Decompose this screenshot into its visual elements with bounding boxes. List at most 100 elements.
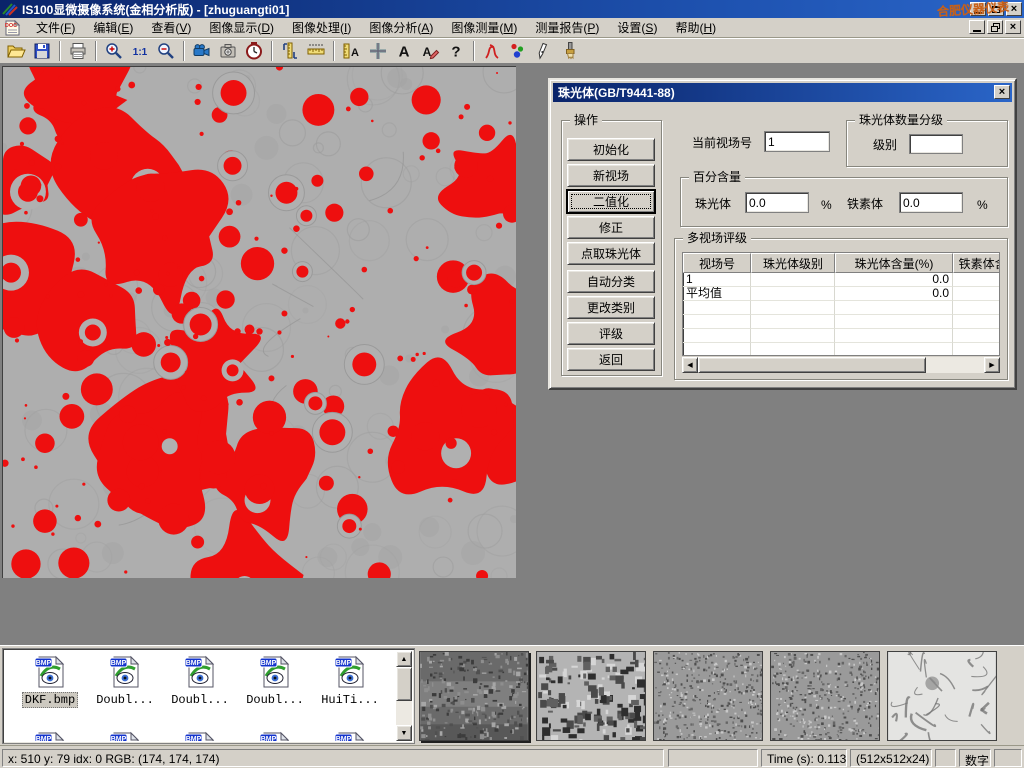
zoom-out-button[interactable]	[153, 39, 179, 63]
file-item-partial[interactable]	[239, 731, 311, 741]
grid-button[interactable]	[365, 39, 391, 63]
ruler-button[interactable]	[303, 39, 329, 63]
table-row[interactable]: 平均值 0.0	[683, 287, 999, 301]
scroll-up-button[interactable]: ▲	[396, 651, 412, 667]
zoom-in-button[interactable]	[101, 39, 127, 63]
table-horizontal-scrollbar[interactable]: ◀ ▶	[682, 357, 1000, 373]
dialog-close-button[interactable]: ×	[994, 85, 1010, 99]
zoom-out-icon	[156, 41, 176, 61]
snapshot-button[interactable]	[215, 39, 241, 63]
scrollbar-track[interactable]	[396, 701, 412, 725]
return-button[interactable]: 返回	[567, 348, 655, 371]
help-button[interactable]: ?	[443, 39, 469, 63]
file-name: Doubl...	[244, 693, 306, 707]
metallographic-image[interactable]	[2, 66, 516, 578]
open-button[interactable]	[3, 39, 29, 63]
ferrite-percent-input[interactable]	[899, 192, 963, 213]
file-item-partial[interactable]	[314, 731, 386, 741]
bmp-file-icon	[258, 655, 292, 689]
thumbnail-image[interactable]	[887, 651, 997, 741]
scrollbar-thumb[interactable]	[698, 357, 926, 373]
file-item[interactable]: Doubl...	[239, 655, 311, 707]
window-title: IS100显微摄像系统(金相分析版) - [zhuguangti01]	[22, 1, 289, 18]
new-field-button[interactable]: 新视场	[567, 164, 655, 187]
current-field-input[interactable]	[764, 131, 830, 152]
menu-measure-report[interactable]: 测量报告(P)	[526, 17, 608, 38]
grade-button[interactable]: 评级	[567, 322, 655, 345]
file-item-partial[interactable]	[89, 731, 161, 741]
level-input[interactable]	[909, 134, 963, 154]
menu-image-analysis[interactable]: 图像分析(A)	[360, 17, 442, 38]
pearlite-percent-input[interactable]	[745, 192, 809, 213]
table-row[interactable]: 1 0.0	[683, 273, 999, 287]
table-header-row: 视场号 珠光体级别 珠光体含量(%) 铁素体含量(%)	[683, 253, 999, 273]
mdi-close-button[interactable]: ×	[1005, 20, 1021, 34]
bmp-file-icon	[183, 655, 217, 689]
file-name: Doubl...	[94, 693, 156, 707]
pick-pearlite-button[interactable]: 点取珠光体	[567, 242, 655, 265]
cell-ferrite	[953, 287, 1000, 301]
menu-image-display[interactable]: 图像显示(D)	[200, 17, 283, 38]
thumbnail-image[interactable]	[770, 651, 880, 741]
text-button[interactable]: A	[391, 39, 417, 63]
toolbar-separator	[95, 41, 97, 61]
ruler-text-icon: A	[342, 41, 362, 61]
bmp-file-icon	[33, 731, 67, 741]
video-capture-button[interactable]	[189, 39, 215, 63]
file-item[interactable]: Doubl...	[164, 655, 236, 707]
minimize-button[interactable]	[970, 2, 986, 16]
toolbar-separator	[183, 41, 185, 61]
arrow-down-icon: ▼	[401, 730, 408, 737]
annotate-button[interactable]: A	[417, 39, 443, 63]
scrollbar-track[interactable]	[926, 357, 984, 373]
scroll-right-button[interactable]: ▶	[984, 357, 1000, 373]
file-browser-scrollbar[interactable]: ▲ ▼	[396, 651, 412, 741]
file-item-partial[interactable]	[164, 731, 236, 741]
zoom-in-icon	[104, 41, 124, 61]
menu-edit[interactable]: 编辑(E)	[84, 17, 142, 38]
pick-tool-button[interactable]	[531, 39, 557, 63]
file-item[interactable]: HuiTi...	[314, 655, 386, 707]
print-button[interactable]	[65, 39, 91, 63]
menu-image-process[interactable]: 图像处理(I)	[283, 17, 360, 38]
timer-button[interactable]	[241, 39, 267, 63]
mdi-restore-button[interactable]	[987, 20, 1003, 34]
col-pearlite-level: 珠光体级别	[751, 253, 835, 273]
correct-button[interactable]: 修正	[567, 216, 655, 239]
measure-label-button[interactable]: A	[339, 39, 365, 63]
curve-tool-button[interactable]	[479, 39, 505, 63]
status-panel-empty	[994, 749, 1022, 767]
thumbnail-image[interactable]	[653, 651, 763, 741]
auto-classify-button[interactable]: 自动分类	[567, 270, 655, 293]
pen-nib-icon	[534, 41, 554, 61]
table-row-empty	[683, 301, 999, 315]
actual-size-button[interactable]: 1:1	[127, 39, 153, 63]
menu-view[interactable]: 查看(V)	[142, 17, 200, 38]
close-button[interactable]: ×	[1006, 2, 1022, 16]
menu-file[interactable]: 文件(F)	[27, 17, 84, 38]
thumbnail-image[interactable]	[536, 651, 646, 741]
count-points-button[interactable]	[505, 39, 531, 63]
menu-image-measure[interactable]: 图像测量(M)	[442, 17, 526, 38]
file-item[interactable]: DKF.bmp	[14, 655, 86, 708]
file-item-partial[interactable]	[14, 731, 86, 741]
dialog-title-bar[interactable]: 珠光体(GB/T9441-88) ×	[553, 83, 1012, 102]
scrollbar-thumb[interactable]	[396, 667, 412, 701]
grading-table[interactable]: 视场号 珠光体级别 珠光体含量(%) 铁素体含量(%) 1 0.0 平均值 0.…	[682, 252, 1000, 356]
menu-settings[interactable]: 设置(S)	[608, 17, 666, 38]
brush-tool-button[interactable]	[557, 39, 583, 63]
binarize-button[interactable]: 二值化	[567, 190, 655, 213]
thumbnail-image[interactable]	[419, 651, 529, 741]
save-button[interactable]	[29, 39, 55, 63]
change-class-button[interactable]: 更改类别	[567, 296, 655, 319]
title-bar[interactable]: IS100显微摄像系统(金相分析版) - [zhuguangti01] ×	[0, 0, 1024, 18]
caliper-button[interactable]	[277, 39, 303, 63]
scroll-left-button[interactable]: ◀	[682, 357, 698, 373]
mdi-minimize-button[interactable]	[969, 20, 985, 34]
scroll-down-button[interactable]: ▼	[396, 725, 412, 741]
maximize-button[interactable]	[988, 2, 1004, 16]
file-item[interactable]: Doubl...	[89, 655, 161, 707]
svg-text:A: A	[399, 44, 410, 61]
init-button[interactable]: 初始化	[567, 138, 655, 161]
menu-help[interactable]: 帮助(H)	[666, 17, 725, 38]
